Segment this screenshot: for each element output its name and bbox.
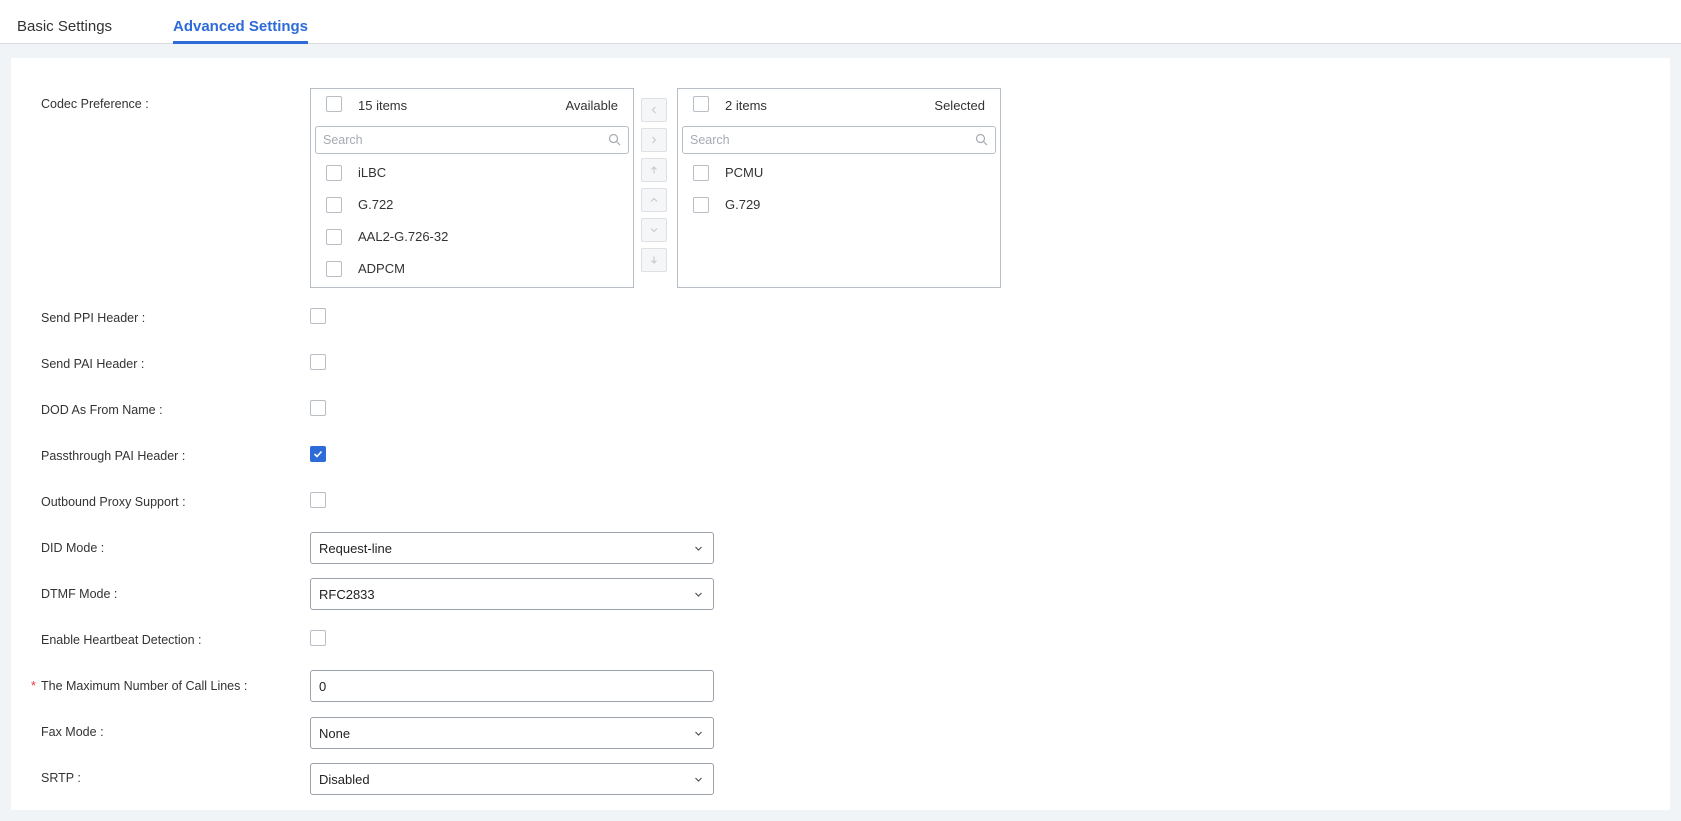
item-checkbox[interactable]: [326, 261, 342, 277]
item-checkbox[interactable]: [326, 165, 342, 181]
chevron-down-icon: [650, 228, 658, 233]
dtmf-mode-label: DTMF Mode :: [41, 587, 118, 601]
send-ppi-header-checkbox[interactable]: [310, 308, 326, 324]
selected-search-input[interactable]: [690, 128, 960, 152]
chevron-down-icon: [695, 777, 702, 782]
item-label: G.729: [725, 197, 761, 212]
arrow-top-icon: [651, 166, 657, 174]
did-mode-label: DID Mode :: [41, 541, 105, 555]
srtp-select[interactable]: Disabled: [310, 763, 714, 795]
list-item[interactable]: G.729: [678, 189, 1000, 221]
move-down-button[interactable]: [641, 218, 667, 242]
srtp-value: Disabled: [319, 772, 370, 787]
passthrough-pai-header-label: Passthrough PAI Header :: [41, 449, 186, 463]
search-icon: [975, 133, 988, 146]
selected-count: 2 items: [725, 98, 767, 113]
max-call-lines-input[interactable]: [319, 672, 709, 700]
chevron-down-icon: [695, 592, 702, 597]
move-left-button[interactable]: [641, 98, 667, 122]
selected-select-all-checkbox[interactable]: [693, 96, 709, 112]
required-mark: *: [31, 679, 36, 693]
outbound-proxy-support-label: Outbound Proxy Support :: [41, 495, 186, 509]
codec-preference-label: Codec Preference :: [41, 97, 149, 111]
max-call-lines-label: * The Maximum Number of Call Lines :: [31, 679, 248, 693]
enable-heartbeat-detection-label: Enable Heartbeat Detection :: [41, 633, 202, 647]
dtmf-mode-select[interactable]: RFC2833: [310, 578, 714, 610]
selected-search: [682, 126, 996, 154]
did-mode-value: Request-line: [319, 541, 392, 556]
list-item[interactable]: iLBC: [311, 157, 633, 189]
settings-panel: Codec Preference : 15 items Available iL…: [11, 58, 1670, 810]
item-label: iLBC: [358, 165, 387, 180]
item-checkbox[interactable]: [693, 197, 709, 213]
list-item[interactable]: AAL2-G.726-32: [311, 221, 633, 253]
item-label: ADPCM: [358, 261, 405, 276]
available-count: 15 items: [358, 98, 408, 113]
search-icon: [608, 133, 621, 146]
selected-title: Selected: [934, 98, 985, 113]
available-header: 15 items Available: [311, 89, 633, 121]
tab-bar: Basic Settings Advanced Settings: [0, 0, 1681, 44]
srtp-label: SRTP :: [41, 771, 81, 785]
available-search: [315, 126, 629, 154]
fax-mode-label: Fax Mode :: [41, 725, 104, 739]
dod-as-from-name-label: DOD As From Name :: [41, 403, 163, 417]
did-mode-select[interactable]: Request-line: [310, 532, 714, 564]
outbound-proxy-support-checkbox[interactable]: [310, 492, 326, 508]
dtmf-mode-value: RFC2833: [319, 587, 375, 602]
move-up-button[interactable]: [641, 188, 667, 212]
tab-advanced-settings[interactable]: Advanced Settings: [173, 18, 309, 44]
move-bottom-button[interactable]: [641, 248, 667, 272]
available-select-all-checkbox[interactable]: [326, 96, 342, 112]
fax-mode-value: None: [319, 726, 351, 741]
item-label: PCMU: [725, 165, 764, 180]
list-item[interactable]: G.722: [311, 189, 633, 221]
chevron-up-icon: [650, 197, 658, 202]
move-right-button[interactable]: [641, 128, 667, 152]
chevron-right-icon: [652, 136, 657, 144]
item-checkbox[interactable]: [693, 165, 709, 181]
available-title: Available: [565, 98, 618, 113]
available-list: 15 items Available iLBC G.722 AAL2-G.726…: [310, 88, 634, 288]
dod-as-from-name-checkbox[interactable]: [310, 400, 326, 416]
available-search-input[interactable]: [323, 128, 593, 152]
selected-header: 2 items Selected: [678, 89, 1000, 121]
item-label: G.722: [358, 197, 394, 212]
move-top-button[interactable]: [641, 158, 667, 182]
chevron-down-icon: [695, 731, 702, 736]
fax-mode-select[interactable]: None: [310, 717, 714, 749]
chevron-down-icon: [695, 546, 702, 551]
checkmark-icon: [313, 450, 323, 458]
send-pai-header-label: Send PAI Header :: [41, 357, 145, 371]
arrow-bottom-icon: [651, 256, 657, 264]
tab-basic-settings[interactable]: Basic Settings: [17, 18, 112, 35]
list-item[interactable]: PCMU: [678, 157, 1000, 189]
item-checkbox[interactable]: [326, 229, 342, 245]
selected-list: 2 items Selected PCMU G.729: [677, 88, 1001, 288]
item-label: AAL2-G.726-32: [358, 229, 449, 244]
send-ppi-header-label: Send PPI Header :: [41, 311, 146, 325]
list-item[interactable]: ADPCM: [311, 253, 633, 285]
send-pai-header-checkbox[interactable]: [310, 354, 326, 370]
passthrough-pai-header-checkbox[interactable]: [310, 446, 326, 462]
item-checkbox[interactable]: [326, 197, 342, 213]
chevron-left-icon: [651, 106, 656, 114]
max-call-lines-field: [310, 670, 714, 702]
enable-heartbeat-detection-checkbox[interactable]: [310, 630, 326, 646]
